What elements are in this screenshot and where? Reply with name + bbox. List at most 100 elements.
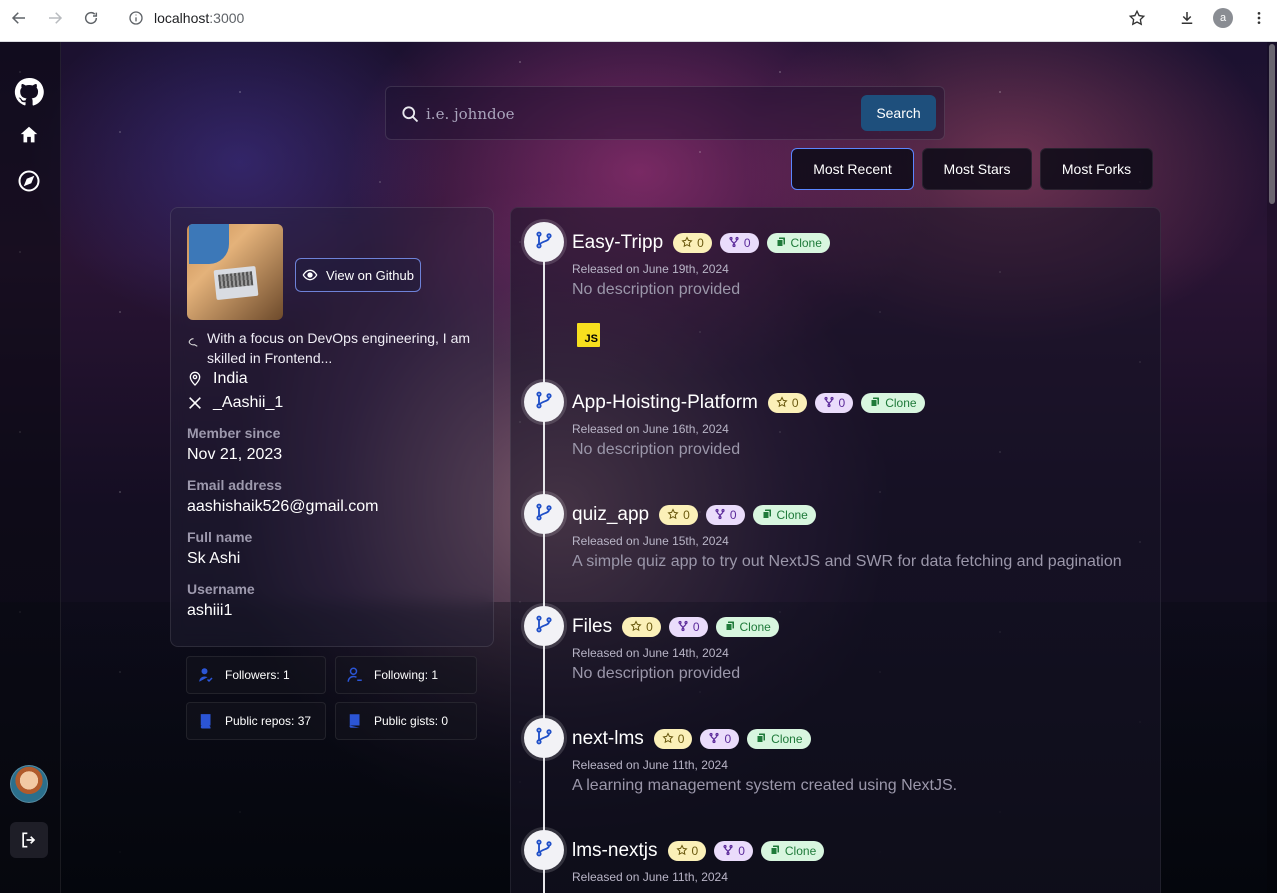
address-bar[interactable]: localhost:3000 — [116, 4, 1158, 32]
full-name-value: Sk Ashi — [187, 550, 241, 567]
forward-icon[interactable] — [37, 0, 73, 36]
search-button[interactable]: Search — [861, 95, 936, 131]
repo-description: No description provided — [572, 281, 741, 298]
repo-name-link[interactable]: Easy-Tripp — [572, 232, 663, 254]
twitter-row[interactable]: _Aashii_1 — [187, 394, 283, 412]
timeline-line — [543, 243, 545, 893]
clone-label: Clone — [790, 236, 822, 250]
member-since-label: Member since — [187, 425, 281, 441]
sort-most-forks-button[interactable]: Most Forks — [1040, 148, 1153, 190]
repo-description: A simple quiz app to try out NextJS and … — [572, 553, 1122, 570]
repo-title-row: next-lms 0 0 Clone — [572, 728, 811, 750]
eye-icon — [302, 269, 318, 281]
copy-icon — [755, 732, 767, 747]
star-count-badge: 0 — [767, 393, 807, 413]
fork-icon — [714, 508, 726, 523]
public-repos-text: Public repos: 37 — [225, 714, 312, 728]
repo-name-link[interactable]: next-lms — [572, 728, 644, 750]
browser-profile-avatar[interactable]: a — [1213, 8, 1233, 28]
repo-branch-node — [524, 830, 564, 870]
repo-name-link[interactable]: lms-nextjs — [572, 840, 658, 862]
scrollbar-thumb[interactable] — [1269, 44, 1275, 204]
fork-count: 0 — [738, 844, 745, 858]
email-label: Email address — [187, 477, 282, 493]
site-info-icon[interactable] — [128, 10, 144, 26]
explore-compass-icon[interactable] — [12, 164, 46, 198]
fork-icon — [728, 236, 740, 251]
sort-most-recent-button[interactable]: Most Recent — [791, 148, 914, 190]
email-value: aashishaik526@gmail.com — [187, 498, 379, 515]
username-label: Username — [187, 581, 255, 597]
clone-button[interactable]: Clone — [752, 505, 816, 525]
clone-button[interactable]: Clone — [766, 233, 830, 253]
search-input[interactable] — [426, 97, 836, 131]
repo-release-date: Released on June 14th, 2024 — [572, 646, 729, 660]
repo-branch-node — [524, 718, 564, 758]
full-name-label: Full name — [187, 529, 253, 545]
clone-button[interactable]: Clone — [861, 393, 925, 413]
fork-count: 0 — [838, 396, 846, 410]
back-icon[interactable] — [1, 0, 37, 36]
fork-count-badge: 0 — [700, 729, 740, 749]
public-gists-text: Public gists: 0 — [374, 714, 449, 728]
clone-label: Clone — [771, 732, 803, 746]
star-icon — [662, 731, 674, 747]
speech-bubble-icon — [187, 334, 201, 368]
repo-description: No description provided — [572, 441, 741, 458]
fork-count-badge: 0 — [668, 617, 708, 637]
fork-icon — [823, 396, 835, 411]
download-icon[interactable] — [1169, 0, 1205, 36]
page-scrollbar[interactable] — [1267, 42, 1277, 893]
repo-release-date: Released on June 19th, 2024 — [572, 262, 729, 276]
reload-icon[interactable] — [73, 0, 109, 36]
star-count: 0 — [697, 236, 704, 250]
view-on-github-button[interactable]: View on Github — [295, 258, 421, 292]
star-icon — [681, 235, 693, 251]
bookmark-star-icon[interactable] — [1119, 0, 1155, 36]
repo-release-date: Released on June 16th, 2024 — [572, 422, 729, 436]
profile-card: View on Github With a focus on DevOps en… — [170, 207, 494, 647]
star-icon — [630, 619, 642, 635]
git-branch-icon — [534, 614, 554, 639]
copy-icon — [769, 844, 781, 859]
repo-book-icon — [200, 714, 211, 729]
fork-icon — [708, 732, 720, 747]
clone-button[interactable]: Clone — [715, 617, 779, 637]
location-row: India — [187, 370, 248, 388]
repo-release-date: Released on June 11th, 2024 — [572, 870, 728, 884]
github-icon[interactable] — [12, 75, 46, 109]
js-language-icon: JS — [577, 323, 600, 347]
fork-icon — [722, 844, 734, 859]
repo-name-link[interactable]: Files — [572, 616, 612, 638]
git-branch-icon — [534, 726, 554, 751]
username-value: ashiii1 — [187, 602, 233, 619]
search-icon — [400, 104, 420, 124]
fork-icon — [677, 620, 689, 635]
star-icon — [667, 507, 679, 523]
fork-count: 0 — [729, 508, 737, 522]
star-count: 0 — [791, 396, 799, 410]
profile-photo — [187, 224, 283, 320]
fork-count-badge: 0 — [814, 393, 854, 413]
sort-most-stars-button[interactable]: Most Stars — [922, 148, 1032, 190]
copy-icon — [761, 508, 773, 523]
browser-menu-icon[interactable] — [1241, 0, 1277, 36]
logout-button[interactable] — [10, 822, 48, 858]
user-avatar[interactable] — [10, 765, 48, 803]
clone-button[interactable]: Clone — [747, 729, 811, 749]
repo-title-row: Files 0 0 Clone — [572, 616, 779, 638]
star-count: 0 — [683, 508, 690, 522]
clone-button[interactable]: Clone — [760, 841, 825, 861]
repo-name-link[interactable]: App-Hoisting-Platform — [572, 392, 758, 414]
clone-label: Clone — [739, 620, 771, 634]
repo-release-date: Released on June 15th, 2024 — [572, 534, 729, 548]
star-count-badge: 0 — [622, 617, 661, 637]
public-gists-stat: Public gists: 0 — [335, 702, 477, 740]
repo-name-link[interactable]: quiz_app — [572, 504, 649, 526]
git-branch-icon — [534, 838, 554, 863]
url-port: :3000 — [209, 10, 245, 26]
clone-label: Clone — [885, 396, 917, 410]
home-icon[interactable] — [12, 118, 46, 152]
repo-title-row: App-Hoisting-Platform 0 0 Clone — [572, 392, 925, 414]
member-since-value: Nov 21, 2023 — [187, 446, 283, 463]
